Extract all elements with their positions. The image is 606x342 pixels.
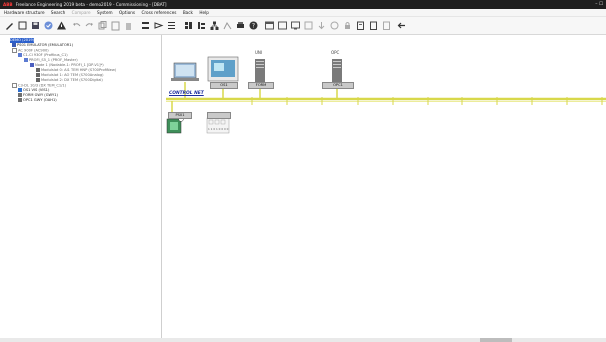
station-top-label-uni: UNI: [255, 50, 263, 55]
warning-icon[interactable]: [56, 20, 67, 31]
menu-hardware-structure[interactable]: Hardware structure: [4, 10, 45, 15]
toolbar: ?: [0, 17, 606, 35]
station-icon: [12, 43, 16, 47]
help-icon[interactable]: ?: [248, 20, 259, 31]
lock-icon[interactable]: [342, 20, 353, 31]
master-icon: [24, 58, 28, 62]
menu-bar: Hardware structure Search Compare System…: [0, 9, 606, 17]
window-controls[interactable]: – ☐: [595, 0, 603, 9]
gateway-icon: [18, 98, 22, 102]
station-label-os1[interactable]: OS1: [210, 82, 238, 89]
list-icon[interactable]: [166, 20, 177, 31]
refresh-icon[interactable]: [329, 20, 340, 31]
screen-icon[interactable]: [277, 20, 288, 31]
connect-icon[interactable]: [222, 20, 233, 31]
control-net-bus[interactable]: [166, 97, 606, 102]
menu-compare[interactable]: Compare: [72, 10, 91, 15]
laptop-station-icon[interactable]: [171, 62, 199, 81]
redo-icon[interactable]: [84, 20, 95, 31]
menu-options[interactable]: Options: [119, 10, 135, 15]
import-icon[interactable]: [316, 20, 327, 31]
export-icon[interactable]: [381, 20, 392, 31]
module-icon: [36, 73, 40, 77]
network-drawing: [166, 56, 606, 134]
horizontal-scrollbar[interactable]: [0, 338, 606, 342]
window-icon[interactable]: [264, 20, 275, 31]
delete-icon[interactable]: [123, 20, 134, 31]
menu-search[interactable]: Search: [51, 10, 65, 15]
undo-icon[interactable]: [71, 20, 82, 31]
module-icon: [36, 78, 40, 82]
gateway-icon: [18, 93, 22, 97]
new-doc-icon[interactable]: [17, 20, 28, 31]
tree-item-opc1[interactable]: OPC1 GWY (OAH1): [18, 98, 57, 103]
controller-icon[interactable]: [166, 116, 184, 134]
module-icon: [36, 68, 40, 72]
back-arrow-icon[interactable]: [396, 20, 407, 31]
menu-cross-references[interactable]: Cross references: [141, 10, 176, 15]
expand-icon[interactable]: [12, 83, 17, 88]
hardware-tree: DEMO (2019) PS01 EMULATOR (EMULATOR1) AC…: [0, 35, 162, 338]
expand-icon[interactable]: [12, 48, 17, 53]
menu-system[interactable]: System: [97, 10, 113, 15]
station-label-opc1[interactable]: OPC1: [322, 82, 354, 89]
form-gateway-icon[interactable]: [255, 59, 265, 83]
scrollbar-thumb[interactable]: [480, 338, 512, 342]
window-title: Freelance Engineering 2019 beta - demo20…: [15, 2, 167, 7]
station-label-form[interactable]: FORM: [248, 82, 274, 89]
panel-icon[interactable]: [303, 20, 314, 31]
operator-station-icon[interactable]: [207, 56, 239, 82]
svg-text:?: ?: [252, 23, 255, 30]
check-icon[interactable]: [43, 20, 54, 31]
print-icon[interactable]: [235, 20, 246, 31]
save-icon[interactable]: [30, 20, 41, 31]
title-bar: ABB Freelance Engineering 2019 beta - dem…: [0, 0, 606, 9]
station-top-label-opc: OPC: [331, 50, 340, 55]
copy-icon[interactable]: [97, 20, 108, 31]
paste-icon[interactable]: [110, 20, 121, 31]
module-box-header: [207, 112, 231, 119]
opc-gateway-icon[interactable]: [332, 59, 342, 83]
operator-station-icon: [18, 88, 22, 92]
module-box-text: 1 1 0 1 0 0 0 0: [208, 127, 229, 131]
menu-help[interactable]: Help: [199, 10, 209, 15]
docs-icon[interactable]: [355, 20, 366, 31]
abb-logo: ABB: [3, 2, 13, 7]
monitor-icon[interactable]: [290, 20, 301, 31]
menu-back[interactable]: Back: [183, 10, 193, 15]
bus-icon: [18, 53, 22, 57]
network-icon[interactable]: [209, 20, 220, 31]
node-icon: [30, 63, 34, 67]
indent-icon[interactable]: [153, 20, 164, 31]
network-name[interactable]: CONTROL NET: [169, 91, 204, 96]
network-canvas: UNI OPC OS1 FORM OPC1 CONTROL NET PS01 1…: [162, 35, 606, 338]
tree-icon[interactable]: [196, 20, 207, 31]
report-icon[interactable]: [368, 20, 379, 31]
pencil-icon[interactable]: [4, 20, 15, 31]
grid-icon[interactable]: [183, 20, 194, 31]
controller-label[interactable]: PS01: [168, 112, 192, 119]
hierarchy-icon[interactable]: [140, 20, 151, 31]
